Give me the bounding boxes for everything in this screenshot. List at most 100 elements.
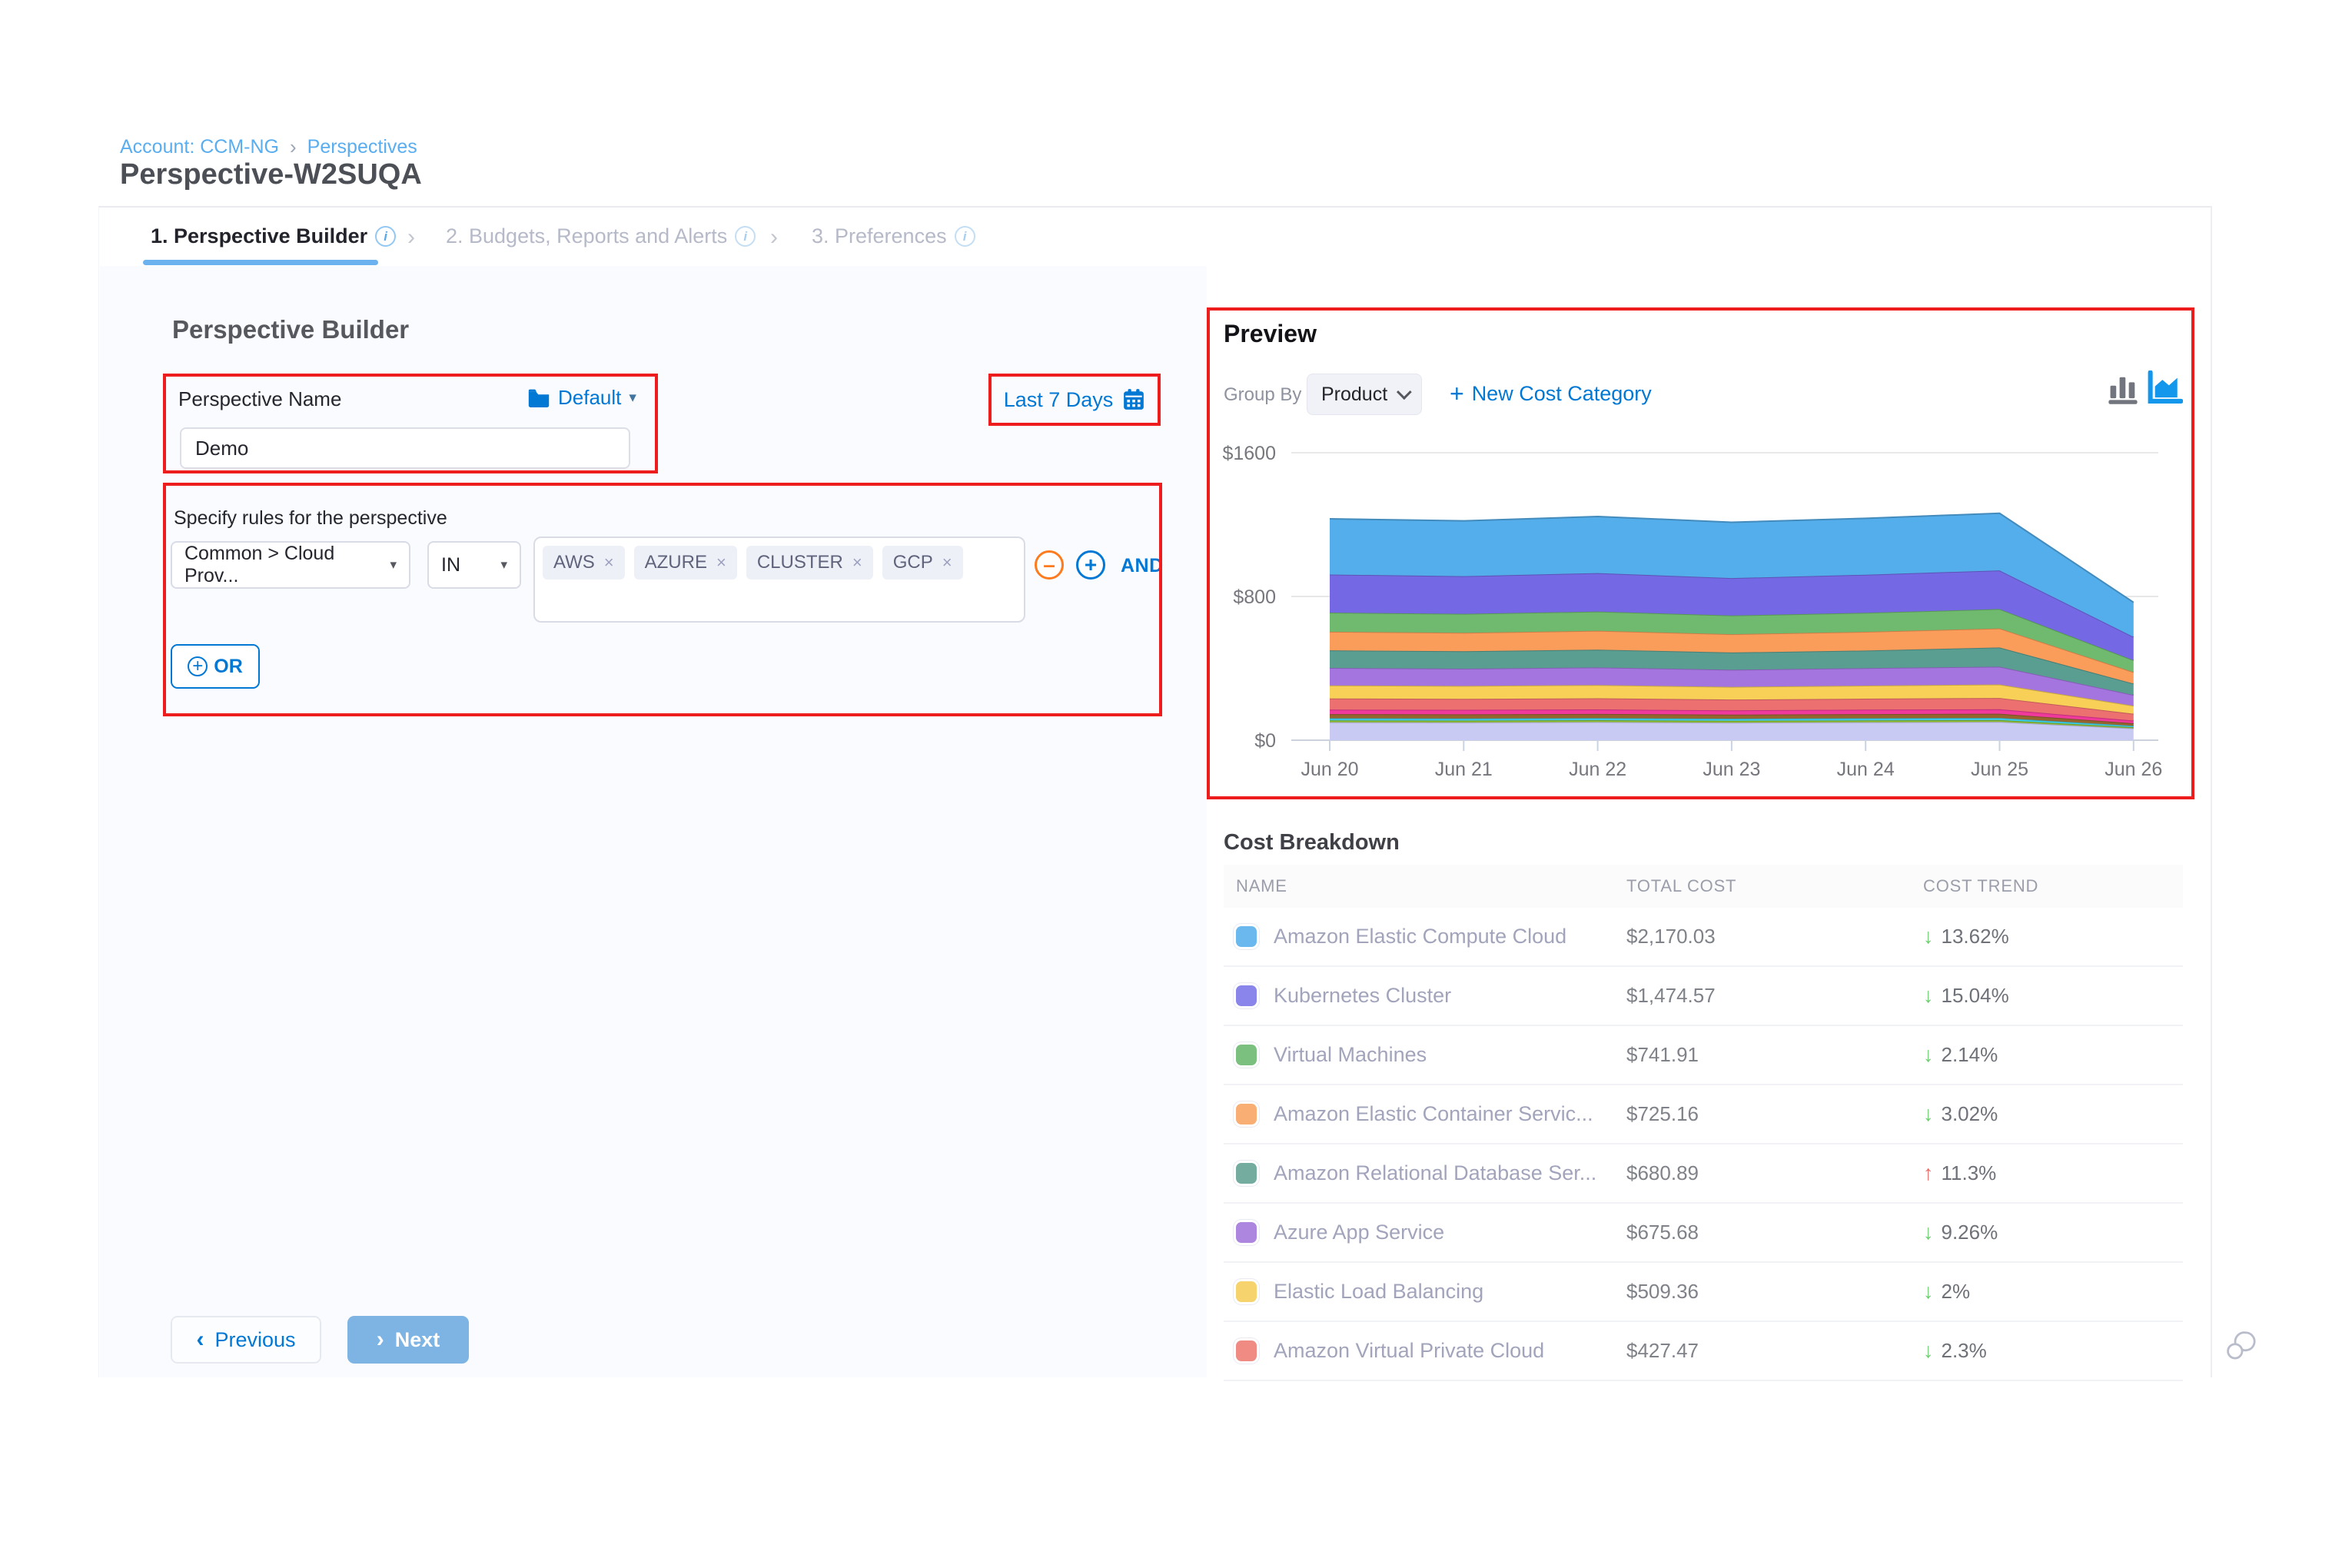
folder-selector-label: Default: [558, 386, 621, 410]
previous-button[interactable]: ‹ Previous: [171, 1316, 321, 1364]
table-row[interactable]: Azure App Service $675.68↓ 9.26%: [1224, 1204, 2183, 1263]
series-color-swatch: [1236, 926, 1257, 947]
table-row[interactable]: Amazon Virtual Private Cloud$427.47↓2.3%: [1224, 1322, 2183, 1381]
tab-perspective-builder[interactable]: 1. Perspective Builder i: [151, 224, 396, 248]
trend-down-arrow-icon: ↓: [1923, 1221, 1934, 1244]
row-trend-percent: 2.3%: [1942, 1339, 1987, 1363]
breadcrumb: Account: CCM-NG › Perspectives: [120, 135, 417, 159]
next-button-label: Next: [395, 1328, 440, 1352]
chip-label: CLUSTER: [757, 552, 843, 573]
table-row[interactable]: Kubernetes Cluster$1,474.57↓15.04%: [1224, 967, 2183, 1026]
new-cost-category-button[interactable]: + New Cost Category: [1450, 380, 1652, 408]
tab-preferences[interactable]: 3. Preferences i: [812, 224, 975, 248]
table-header-row: NAME TOTAL COST COST TREND: [1224, 865, 2183, 908]
plus-icon: +: [1450, 380, 1464, 408]
date-range-picker[interactable]: Last 7 Days: [992, 377, 1158, 423]
table-row[interactable]: Amazon Elastic Container Servic...$725.1…: [1224, 1085, 2183, 1144]
caret-down-icon: ▾: [629, 389, 636, 407]
svg-text:$1600: $1600: [1222, 443, 1276, 464]
chip-remove-icon[interactable]: ×: [604, 553, 614, 573]
table-row[interactable]: Amazon Elastic Compute Cloud$2,170.03↓13…: [1224, 908, 2183, 967]
chip-remove-icon[interactable]: ×: [852, 553, 862, 573]
row-trend-percent: 13.62%: [1942, 925, 2009, 948]
remove-rule-button[interactable]: –: [1035, 550, 1064, 580]
series-color-swatch: [1236, 1045, 1257, 1065]
breadcrumb-perspectives-link[interactable]: Perspectives: [307, 136, 417, 158]
series-color-swatch: [1236, 1222, 1257, 1243]
row-trend-percent: 2.14%: [1942, 1043, 1998, 1067]
plus-circle-icon: +: [188, 656, 208, 676]
svg-text:$800: $800: [1233, 586, 1276, 608]
row-name: Amazon Relational Database Ser...: [1274, 1161, 1596, 1185]
series-color-swatch: [1236, 1281, 1257, 1302]
table-row[interactable]: Virtual Machines$741.91↓2.14%: [1224, 1026, 2183, 1085]
caret-down-icon: ▾: [390, 557, 397, 573]
rule-operand-dropdown[interactable]: Common > Cloud Prov... ▾: [171, 541, 410, 589]
chip-label: GCP: [893, 552, 933, 573]
series-color-swatch: [1236, 1163, 1257, 1184]
row-trend-percent: 15.04%: [1942, 984, 2009, 1008]
chevron-right-icon: ›: [377, 1327, 384, 1353]
info-icon: i: [735, 226, 756, 247]
svg-text:Jun 24: Jun 24: [1837, 759, 1895, 780]
svg-text:Jun 23: Jun 23: [1703, 759, 1760, 780]
new-cost-category-label: New Cost Category: [1472, 382, 1652, 406]
trend-down-arrow-icon: ↓: [1923, 1102, 1934, 1126]
rule-operator-dropdown[interactable]: IN ▾: [427, 541, 521, 589]
rule-value-chip: GCP ×: [882, 546, 963, 580]
row-name: Azure App Service: [1274, 1221, 1444, 1244]
chevron-left-icon: ‹: [196, 1327, 204, 1353]
perspective-name-input[interactable]: [180, 427, 630, 469]
row-name: Amazon Elastic Compute Cloud: [1274, 925, 1566, 948]
and-label: AND: [1121, 555, 1164, 577]
series-color-swatch: [1236, 1104, 1257, 1125]
breadcrumb-account-link[interactable]: Account: CCM-NG: [120, 136, 279, 158]
table-row[interactable]: Amazon Relational Database Ser...$680.89…: [1224, 1144, 2183, 1204]
rule-values-box[interactable]: AWS × AZURE × CLUSTER × GCP ×: [533, 537, 1025, 623]
row-name: Amazon Elastic Container Servic...: [1274, 1102, 1593, 1126]
chip-remove-icon[interactable]: ×: [716, 553, 726, 573]
chip-label: AZURE: [645, 552, 707, 573]
trend-down-arrow-icon: ↓: [1923, 1280, 1934, 1304]
chip-label: AWS: [553, 552, 595, 573]
row-total-cost: $741.91: [1626, 1043, 1923, 1067]
svg-text:$0: $0: [1254, 730, 1276, 752]
row-name: Elastic Load Balancing: [1274, 1280, 1483, 1304]
chevron-down-icon: [1397, 384, 1412, 400]
rule-value-chip: AZURE ×: [634, 546, 737, 580]
info-icon: i: [955, 226, 975, 247]
series-color-swatch: [1236, 985, 1257, 1006]
trend-down-arrow-icon: ↓: [1923, 1339, 1934, 1363]
row-trend-percent: 2%: [1942, 1280, 1971, 1304]
rule-value-chip: AWS ×: [543, 546, 625, 580]
caret-down-icon: ▾: [500, 557, 507, 573]
add-or-rule-button[interactable]: + OR: [171, 644, 260, 689]
row-trend-percent: 9.26%: [1942, 1221, 1998, 1244]
table-row[interactable]: Elastic Load Balancing$509.36↓2%: [1224, 1263, 2183, 1322]
tab-preferences-label: 3. Preferences: [812, 224, 947, 248]
row-name: Kubernetes Cluster: [1274, 984, 1451, 1008]
perspective-name-label: Perspective Name: [178, 387, 341, 411]
chat-bubbles-icon[interactable]: [2224, 1328, 2260, 1364]
tab-perspective-builder-label: 1. Perspective Builder: [151, 224, 367, 248]
next-button[interactable]: › Next: [347, 1316, 469, 1364]
info-icon: i: [375, 226, 396, 247]
tab-budgets-label: 2. Budgets, Reports and Alerts: [446, 224, 727, 248]
add-rule-button[interactable]: +: [1076, 550, 1105, 580]
bar-chart-toggle-icon[interactable]: [2108, 370, 2138, 406]
row-total-cost: $675.68: [1626, 1221, 1923, 1244]
calendar-icon: [1122, 388, 1145, 411]
group-by-dropdown[interactable]: Product: [1307, 374, 1422, 415]
svg-text:Jun 26: Jun 26: [2105, 759, 2162, 780]
breadcrumb-separator-icon: ›: [290, 135, 297, 159]
folder-icon: [527, 389, 550, 407]
table-body: Amazon Elastic Compute Cloud$2,170.03↓13…: [1224, 908, 2183, 1381]
trend-down-arrow-icon: ↓: [1923, 1043, 1934, 1067]
area-chart-toggle-icon[interactable]: [2148, 370, 2183, 406]
preview-title: Preview: [1224, 320, 1317, 348]
or-button-label: OR: [214, 656, 243, 678]
tab-budgets-reports-alerts[interactable]: 2. Budgets, Reports and Alerts i: [446, 224, 756, 248]
chip-remove-icon[interactable]: ×: [942, 553, 952, 573]
folder-selector[interactable]: Default ▾: [527, 386, 636, 410]
series-color-swatch: [1236, 1340, 1257, 1361]
